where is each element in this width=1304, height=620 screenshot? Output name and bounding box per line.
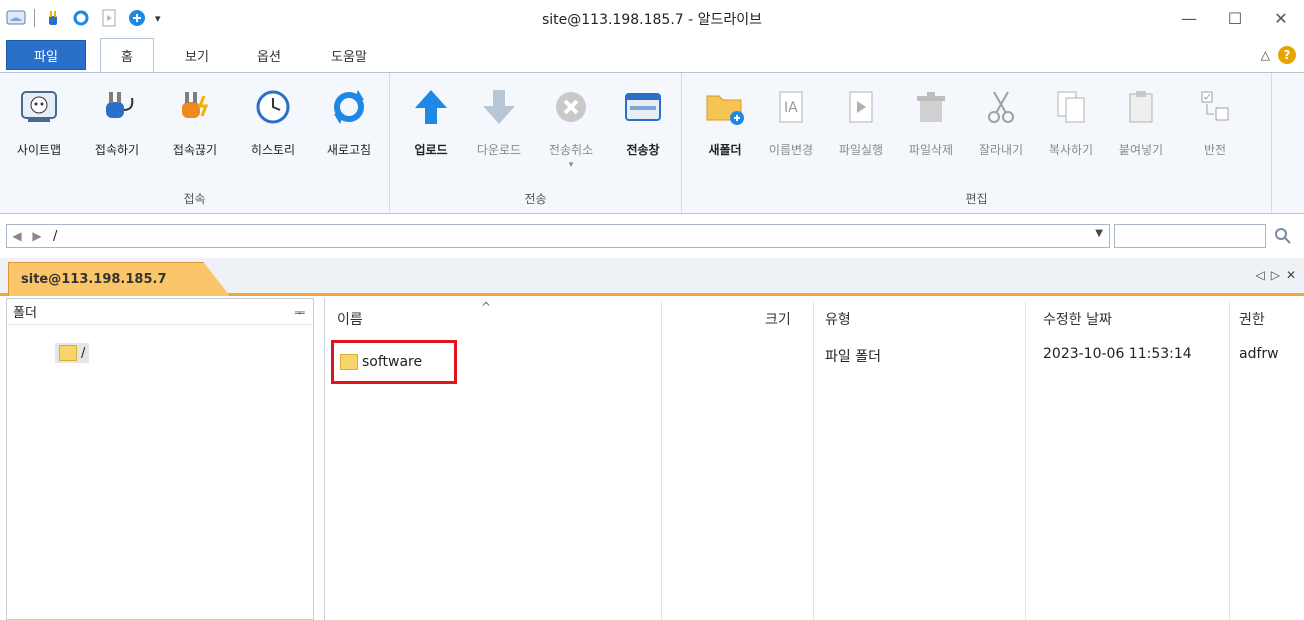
- file-list-pane: ^ 이름 크기 유형 수정한 날짜 권한 software 파일 폴더 2023…: [324, 298, 1304, 620]
- download-arrow-icon: [479, 87, 519, 127]
- download-button[interactable]: 다운로드: [462, 81, 536, 171]
- run-file-button[interactable]: 파일실행: [824, 81, 898, 171]
- file-date: 2023-10-06 11:53:14: [1043, 346, 1192, 362]
- group-edit-label: 편집: [965, 192, 988, 206]
- tab-help[interactable]: 도움말: [314, 38, 384, 72]
- file-name-cell[interactable]: software: [331, 340, 457, 384]
- group-transfer-label: 전송: [524, 192, 547, 206]
- file-type: 파일 폴더: [825, 349, 881, 365]
- refresh-big-icon: [329, 87, 369, 127]
- delete-file-button[interactable]: 파일삭제: [894, 81, 968, 171]
- tab-strip-controls: ◁ ▷ ✕: [1255, 268, 1296, 282]
- close-button[interactable]: ✕: [1258, 0, 1304, 36]
- ribbon: 사이트맵 접속하기 접속끊기 히스토리 새로고침 접속 업로드 다운로드 전송취…: [0, 72, 1304, 214]
- ribbon-tabs: 파일 홈 보기 옵션 도움말 △ ?: [0, 38, 1304, 72]
- file-permission: adfrw: [1239, 346, 1279, 362]
- history-button[interactable]: 히스토리: [236, 81, 310, 171]
- svg-text:IA: IA: [784, 100, 798, 116]
- paste-icon: [1121, 87, 1161, 127]
- copy-button[interactable]: 복사하기: [1034, 81, 1108, 171]
- clock-icon: [253, 87, 293, 127]
- session-tab[interactable]: site@113.198.185.7: [8, 262, 230, 296]
- tab-file[interactable]: 파일: [6, 40, 86, 70]
- cancel-dropdown-icon[interactable]: ▾: [569, 160, 574, 170]
- sitemap-button[interactable]: 사이트맵: [2, 81, 76, 171]
- collapse-ribbon-icon[interactable]: △: [1261, 48, 1270, 62]
- upload-button[interactable]: 업로드: [394, 81, 468, 171]
- new-folder-icon: [705, 87, 745, 127]
- tab-home[interactable]: 홈: [100, 38, 154, 72]
- invert-selection-icon: [1195, 87, 1235, 127]
- connect-button[interactable]: 접속하기: [80, 81, 154, 171]
- ribbon-right-controls: △ ?: [1261, 46, 1296, 64]
- search-input[interactable]: [1114, 224, 1266, 248]
- unplug-icon: [175, 87, 215, 127]
- transfer-window-icon: [623, 87, 663, 127]
- run-file-icon: [841, 87, 881, 127]
- refresh-button[interactable]: 새로고침: [312, 81, 386, 171]
- disconnect-button[interactable]: 접속끊기: [158, 81, 232, 171]
- app-window: ▾ site@113.198.185.7 - 알드라이브 — ☐ ✕ 파일 홈 …: [0, 0, 1304, 620]
- group-connect-label: 접속: [183, 192, 206, 206]
- folder-pane: 폴더 ᆍ /: [6, 298, 314, 620]
- column-header-permission[interactable]: 권한: [1239, 298, 1265, 340]
- group-transfer: 업로드 다운로드 전송취소 ▾ 전송창 전송: [390, 73, 682, 213]
- search-icon[interactable]: [1268, 224, 1298, 248]
- tab-next-icon[interactable]: ▷: [1271, 268, 1280, 282]
- new-folder-button[interactable]: 새폴더: [688, 81, 762, 171]
- sort-ascending-icon: ^: [481, 300, 492, 314]
- address-dropdown-icon[interactable]: ▼: [1095, 228, 1103, 239]
- minimize-button[interactable]: —: [1166, 0, 1212, 36]
- rename-button[interactable]: IA 이름변경: [754, 81, 828, 171]
- paste-button[interactable]: 붙여넣기: [1104, 81, 1178, 171]
- column-header-type[interactable]: 유형: [825, 298, 851, 340]
- invert-button[interactable]: 반전: [1178, 81, 1252, 171]
- cancel-transfer-button[interactable]: 전송취소 ▾: [534, 81, 608, 171]
- forward-icon[interactable]: ▶: [27, 229, 47, 243]
- pin-icon[interactable]: ᆍ: [294, 304, 305, 321]
- help-icon[interactable]: ?: [1278, 46, 1296, 64]
- sitemap-icon: [19, 87, 59, 127]
- tree-root-item[interactable]: /: [55, 343, 90, 363]
- file-name: software: [362, 354, 423, 370]
- tab-options[interactable]: 옵션: [242, 38, 296, 72]
- column-header-name[interactable]: 이름: [337, 298, 363, 340]
- tab-prev-icon[interactable]: ◁: [1255, 268, 1264, 282]
- back-icon[interactable]: ◀: [7, 229, 27, 243]
- tab-close-icon[interactable]: ✕: [1286, 268, 1296, 282]
- maximize-button[interactable]: ☐: [1212, 0, 1258, 36]
- folder-icon: [340, 354, 358, 370]
- copy-icon: [1051, 87, 1091, 127]
- column-header-size[interactable]: 크기: [765, 298, 791, 340]
- address-path: /: [53, 228, 58, 244]
- folder-icon: [59, 345, 77, 361]
- session-tab-strip: site@113.198.185.7 ◁ ▷ ✕: [0, 258, 1304, 296]
- column-header-date[interactable]: 수정한 날짜: [1043, 298, 1112, 340]
- plug-icon: [97, 87, 137, 127]
- group-connect: 사이트맵 접속하기 접속끊기 히스토리 새로고침 접속: [0, 73, 390, 213]
- address-bar[interactable]: ◀ ▶ / ▼: [6, 224, 1110, 248]
- transfer-window-button[interactable]: 전송창: [606, 81, 680, 171]
- tab-view[interactable]: 보기: [170, 38, 224, 72]
- group-edit: 새폴더 IA 이름변경 파일실행 파일삭제 잘라내기 복사하기 붙여넣기 반전 …: [682, 73, 1272, 213]
- title-bar: ▾ site@113.198.185.7 - 알드라이브 — ☐ ✕: [0, 0, 1304, 36]
- cancel-icon: [551, 87, 591, 127]
- cut-button[interactable]: 잘라내기: [964, 81, 1038, 171]
- scissors-icon: [981, 87, 1021, 127]
- tree-root-label: /: [81, 345, 86, 361]
- trash-icon: [911, 87, 951, 127]
- upload-arrow-icon: [411, 87, 451, 127]
- window-title: site@113.198.185.7 - 알드라이브: [541, 12, 763, 28]
- rename-icon: IA: [771, 87, 811, 127]
- folder-pane-header: 폴더: [7, 299, 313, 325]
- table-row[interactable]: software 파일 폴더 2023-10-06 11:53:14 adfrw: [325, 340, 1304, 384]
- window-controls: — ☐ ✕: [1166, 0, 1304, 36]
